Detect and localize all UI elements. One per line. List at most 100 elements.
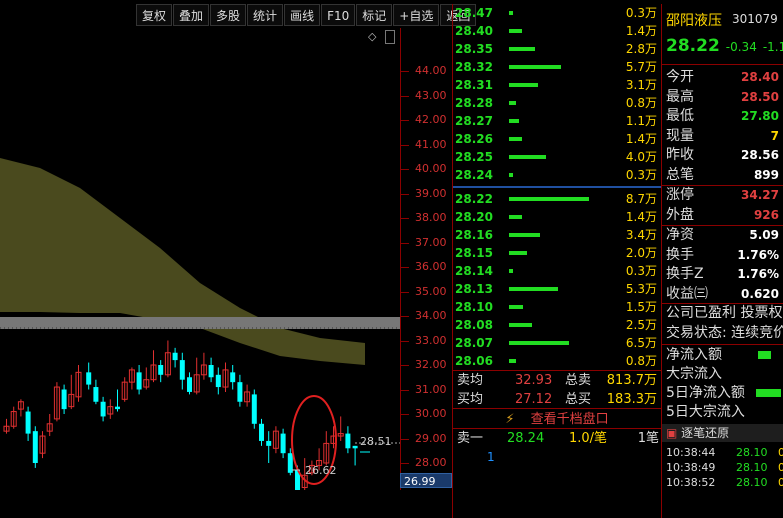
ask-row[interactable]: 28.40 1.4万 — [453, 22, 661, 40]
bid-row[interactable]: 28.22 8.7万 — [453, 190, 661, 208]
toolbar-button[interactable]: 标记 — [356, 4, 393, 26]
bid-row[interactable]: 28.14 0.3万 — [453, 262, 661, 280]
bid-row[interactable]: 28.10 1.5万 — [453, 298, 661, 316]
level-price: 28.10 — [455, 300, 493, 314]
lightning-icon: ⚡ — [505, 412, 515, 427]
level-price: 28.13 — [455, 282, 493, 296]
ask-row[interactable]: 28.24 0.3万 — [453, 166, 661, 184]
level-volume: 1.4万 — [625, 210, 657, 224]
stat-row: 昨收 28.56 — [666, 146, 783, 165]
bid-row[interactable]: 28.07 6.5万 — [453, 334, 661, 352]
view-depth-button[interactable]: ⚡ 查看千档盘口 — [453, 408, 661, 429]
axis-tick — [401, 120, 409, 121]
level-price: 28.06 — [455, 354, 493, 368]
chart-toolbar: 复权 叠加 多股 统计 画线 F10 标记 +自选 返回 — [136, 4, 477, 26]
low-marker-label: 26.62 — [305, 464, 337, 477]
stat-value: 28.40 — [741, 70, 779, 84]
toolbar-button[interactable]: 复权 — [136, 4, 173, 26]
axis-tick-label: 44.00 — [415, 64, 447, 77]
candle-body — [136, 372, 142, 390]
ask-row[interactable]: 28.32 5.7万 — [453, 58, 661, 76]
order-book: 28.47 0.3万 28.40 1.4万 28.35 2.8万 28.32 5.7万 28.3… — [452, 4, 662, 518]
level-price: 28.27 — [455, 114, 493, 128]
bid-row[interactable]: 28.08 2.5万 — [453, 316, 661, 334]
ask-row[interactable]: 28.28 0.8万 — [453, 94, 661, 112]
level-price: 28.32 — [455, 60, 493, 74]
level-bar — [509, 29, 522, 33]
candle-body — [230, 372, 236, 383]
candle-body — [266, 440, 272, 446]
axis-tick — [401, 144, 409, 146]
stat-label: 最低 — [666, 108, 694, 124]
candle-body — [208, 365, 214, 378]
candle-body — [187, 377, 192, 392]
stat-row: 换手 1.76% — [666, 246, 783, 265]
level-bar — [509, 155, 546, 159]
candlestick-chart[interactable]: 26.62 — [0, 28, 400, 498]
level-bar — [509, 173, 513, 177]
stat-row: 外盘 926 — [666, 206, 783, 225]
price-line: 28.22 -0.34 -1.1 — [666, 36, 783, 56]
level-price: 28.08 — [455, 318, 493, 332]
level-volume: 2.8万 — [625, 42, 657, 56]
level-volume: 4.0万 — [625, 150, 657, 164]
ask-row[interactable]: 28.26 1.4万 — [453, 130, 661, 148]
tick-volume: 0 — [778, 476, 783, 489]
level-volume: 3.1万 — [625, 78, 657, 92]
stat-value: 1.76% — [737, 267, 779, 281]
axis-tick — [401, 169, 409, 170]
axis-tick — [401, 291, 409, 293]
tick-header[interactable]: ▣ 逐笔还原 — [662, 424, 783, 442]
axis-tick — [401, 218, 409, 219]
level-bar — [509, 197, 589, 201]
level-price: 28.14 — [455, 264, 493, 278]
stat-value: 899 — [753, 167, 779, 182]
level-bar — [509, 119, 520, 123]
flow-bar — [758, 351, 771, 359]
ask-row[interactable]: 28.31 3.1万 — [453, 76, 661, 94]
level-volume: 0.8万 — [625, 354, 657, 368]
toolbar-button[interactable]: 多股 — [210, 4, 247, 26]
diamond-icon[interactable]: ◇ — [368, 30, 376, 43]
level-volume: 0.8万 — [625, 96, 657, 110]
stat-value: 1.76% — [737, 247, 779, 262]
level-bar — [509, 83, 538, 87]
toolbar-button[interactable]: 叠加 — [173, 4, 210, 26]
toolbar-button[interactable]: 统计 — [247, 4, 284, 26]
level-bar — [509, 287, 558, 291]
last-price: 28.22 — [666, 36, 720, 56]
toolbar-button[interactable]: +自选 — [393, 4, 440, 26]
chart-scroll-handle[interactable] — [385, 30, 395, 44]
level-bar — [509, 233, 541, 237]
bid-row[interactable]: 28.20 1.4万 — [453, 208, 661, 226]
level-price: 28.16 — [455, 228, 493, 242]
level-bar — [509, 11, 513, 15]
ask-row[interactable]: 28.35 2.8万 — [453, 40, 661, 58]
tick-time: 10:38:49 — [666, 461, 716, 474]
ask-row[interactable]: 28.47 0.3万 — [453, 4, 661, 22]
level-price: 28.07 — [455, 336, 493, 350]
bid-row[interactable]: 28.16 3.4万 — [453, 226, 661, 244]
candle-body — [158, 365, 164, 375]
toolbar-button[interactable]: 画线 — [284, 4, 321, 26]
axis-tick-label: 40.00 — [415, 162, 447, 175]
toolbar-button[interactable]: F10 — [321, 4, 356, 26]
bid-row[interactable]: 28.06 0.8万 — [453, 352, 661, 370]
tick-volume: 0 — [778, 461, 783, 474]
level-price: 28.24 — [455, 168, 493, 182]
ask-row[interactable]: 28.25 4.0万 — [453, 148, 661, 166]
bid-row[interactable]: 28.13 5.3万 — [453, 280, 661, 298]
axis-tick-label: 39.00 — [415, 186, 447, 200]
bid-row[interactable]: 28.15 2.0万 — [453, 244, 661, 262]
cloud-band — [0, 158, 365, 365]
flow-label: 5日大宗流入 — [666, 404, 745, 420]
ask-levels: 28.47 0.3万 28.40 1.4万 28.35 2.8万 28.32 5.7万 28.3… — [453, 4, 661, 184]
axis-tick-label: 35.00 — [415, 284, 447, 298]
level-bar — [509, 251, 528, 255]
level-price: 28.40 — [455, 24, 493, 38]
stat-row: 净资 5.09 — [666, 226, 783, 245]
price-change: -0.34 — [725, 40, 757, 54]
level-price: 28.28 — [455, 96, 493, 110]
ask-row[interactable]: 28.27 1.1万 — [453, 112, 661, 130]
candle-body — [215, 374, 221, 388]
